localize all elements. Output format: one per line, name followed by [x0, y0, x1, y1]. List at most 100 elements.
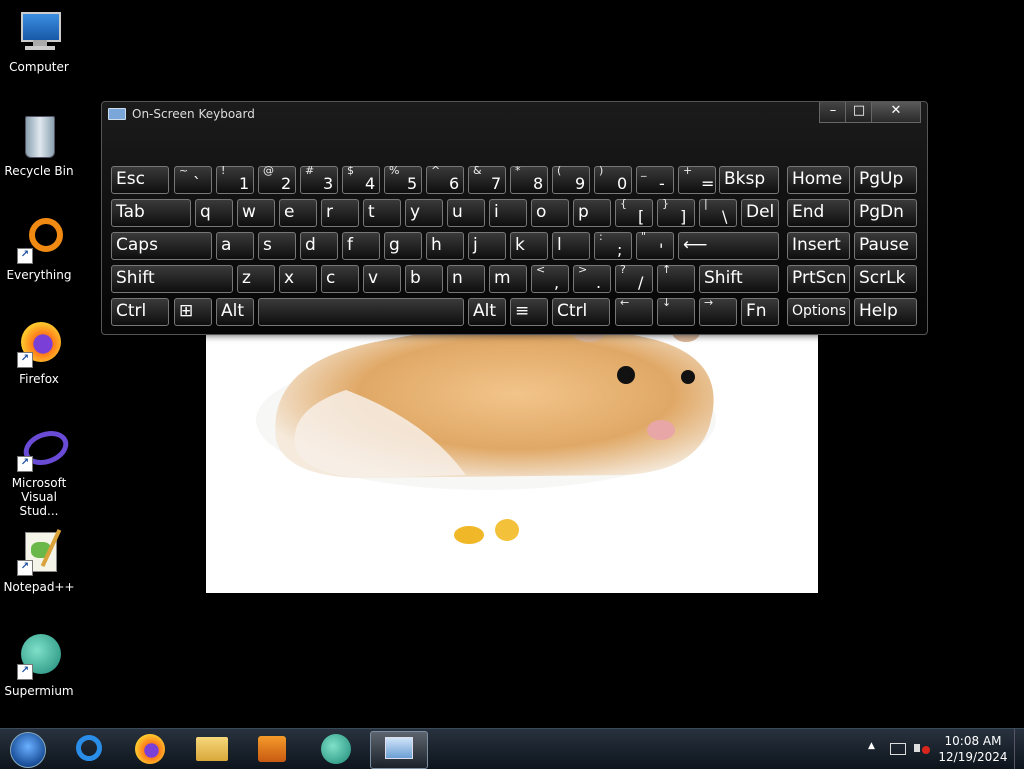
- desktop-icon-firefox[interactable]: ↗ Firefox: [0, 314, 78, 386]
- key-p[interactable]: p: [573, 199, 611, 227]
- desktop-icon-everything[interactable]: ↗ Everything: [0, 210, 78, 282]
- key-b[interactable]: b: [405, 265, 443, 293]
- key-w[interactable]: w: [237, 199, 275, 227]
- close-button[interactable]: ✕: [871, 102, 921, 123]
- key-i[interactable]: i: [489, 199, 527, 227]
- key-windows[interactable]: ⊞: [174, 298, 212, 326]
- key-arrow-down[interactable]: ↓: [657, 297, 695, 326]
- key-m[interactable]: m: [489, 265, 527, 293]
- key-fn[interactable]: Fn: [741, 298, 779, 326]
- key-0[interactable]: ) 0: [594, 165, 632, 194]
- key-semicolon[interactable]: :;: [594, 231, 632, 260]
- key-o[interactable]: o: [531, 199, 569, 227]
- key-shift-right[interactable]: Shift: [699, 265, 779, 293]
- on-screen-keyboard-window[interactable]: On-Screen Keyboard – □ ✕ Esc ~ ` ! 1 @2 #3…: [101, 101, 928, 335]
- key-tab[interactable]: Tab: [111, 199, 191, 227]
- key-esc[interactable]: Esc: [111, 166, 169, 194]
- key-h[interactable]: h: [426, 232, 464, 260]
- key-8[interactable]: * 8: [510, 165, 548, 194]
- options-button[interactable]: Options: [787, 298, 850, 326]
- key-page-down[interactable]: PgDn: [854, 199, 917, 227]
- taskbar-media-player[interactable]: [246, 731, 298, 767]
- desktop-icon-supermium[interactable]: ↗ Supermium: [0, 626, 78, 698]
- key-menu[interactable]: ≡: [510, 298, 548, 326]
- key-1[interactable]: ! 1: [216, 165, 254, 194]
- taskbar-supermium[interactable]: [310, 731, 362, 767]
- key-right-bracket[interactable]: }]: [657, 198, 695, 227]
- key-z[interactable]: z: [237, 265, 275, 293]
- key-d[interactable]: d: [300, 232, 338, 260]
- taskbar-file-explorer[interactable]: [186, 731, 238, 767]
- key-insert[interactable]: Insert: [787, 232, 850, 260]
- key-shift-left[interactable]: Shift: [111, 265, 233, 293]
- key-g[interactable]: g: [384, 232, 422, 260]
- start-button[interactable]: [2, 731, 54, 768]
- key-s[interactable]: s: [258, 232, 296, 260]
- desktop-icon-visual-studio[interactable]: ↗ Microsoft Visual Stud...: [0, 418, 78, 518]
- desktop-icon-recycle-bin[interactable]: Recycle Bin: [0, 106, 78, 178]
- key-pause[interactable]: Pause: [854, 232, 917, 260]
- taskbar-internet-explorer[interactable]: [64, 731, 116, 767]
- taskbar-firefox[interactable]: [124, 731, 176, 767]
- maximize-button[interactable]: □: [845, 102, 873, 123]
- key-slash[interactable]: ? /: [615, 264, 653, 293]
- key-t[interactable]: t: [363, 199, 401, 227]
- key-n[interactable]: n: [447, 265, 485, 293]
- network-icon[interactable]: [890, 741, 906, 755]
- key-equals[interactable]: + =: [678, 165, 716, 194]
- key-comma[interactable]: <,: [531, 264, 569, 293]
- key-backspace[interactable]: Bksp: [719, 166, 779, 194]
- key-page-up[interactable]: PgUp: [854, 166, 917, 194]
- volume-muted-icon[interactable]: [914, 741, 932, 755]
- desktop-icon-notepad-plus-plus[interactable]: ↗ Notepad++: [0, 522, 78, 594]
- key-f[interactable]: f: [342, 232, 380, 260]
- key-period[interactable]: >.: [573, 264, 611, 293]
- key-u[interactable]: u: [447, 199, 485, 227]
- key-minus[interactable]: _ -: [636, 165, 674, 194]
- key-arrow-right[interactable]: →: [699, 297, 737, 326]
- key-arrow-left[interactable]: ←: [615, 297, 653, 326]
- key-9[interactable]: (9: [552, 165, 590, 194]
- key-delete[interactable]: Del: [741, 199, 779, 227]
- key-q[interactable]: q: [195, 199, 233, 227]
- key-6[interactable]: ^ 6: [426, 165, 464, 194]
- key-7[interactable]: & 7: [468, 165, 506, 194]
- key-c[interactable]: c: [321, 265, 359, 293]
- key-left-bracket[interactable]: {[: [615, 198, 653, 227]
- key-backslash[interactable]: | \: [699, 198, 737, 227]
- show-hidden-icons-button[interactable]: ▲: [868, 741, 875, 751]
- key-scroll-lock[interactable]: ScrLk: [854, 265, 917, 293]
- key-y[interactable]: y: [405, 199, 443, 227]
- key-print-screen[interactable]: PrtScn: [787, 265, 850, 293]
- key-end[interactable]: End: [787, 199, 850, 227]
- show-desktop-button[interactable]: [1014, 729, 1024, 769]
- key-l[interactable]: l: [552, 232, 590, 260]
- key-v[interactable]: v: [363, 265, 401, 293]
- window-title-bar[interactable]: On-Screen Keyboard: [108, 107, 255, 121]
- key-enter[interactable]: ⟵: [678, 232, 779, 260]
- key-alt-left[interactable]: Alt: [216, 298, 254, 326]
- key-j[interactable]: j: [468, 232, 506, 260]
- key-e[interactable]: e: [279, 199, 317, 227]
- key-k[interactable]: k: [510, 232, 548, 260]
- key-alt-right[interactable]: Alt: [468, 298, 506, 326]
- taskbar-on-screen-keyboard[interactable]: [370, 731, 428, 769]
- key-ctrl-right[interactable]: Ctrl: [552, 298, 610, 326]
- key-ctrl-left[interactable]: Ctrl: [111, 298, 169, 326]
- help-button[interactable]: Help: [854, 298, 917, 326]
- minimize-button[interactable]: –: [819, 102, 847, 123]
- key-caps-lock[interactable]: Caps: [111, 232, 212, 260]
- key-arrow-up[interactable]: ↑: [657, 264, 695, 293]
- key-a[interactable]: a: [216, 232, 254, 260]
- key-4[interactable]: $4: [342, 165, 380, 194]
- key-quote[interactable]: " ': [636, 231, 674, 260]
- key-space[interactable]: [258, 298, 464, 326]
- key-tilde[interactable]: ~ `: [174, 165, 212, 194]
- key-home[interactable]: Home: [787, 166, 850, 194]
- key-5[interactable]: % 5: [384, 165, 422, 194]
- system-clock[interactable]: 10:08 AM 12/19/2024: [936, 733, 1010, 765]
- key-2[interactable]: @2: [258, 165, 296, 194]
- key-x[interactable]: x: [279, 265, 317, 293]
- key-r[interactable]: r: [321, 199, 359, 227]
- key-3[interactable]: #3: [300, 165, 338, 194]
